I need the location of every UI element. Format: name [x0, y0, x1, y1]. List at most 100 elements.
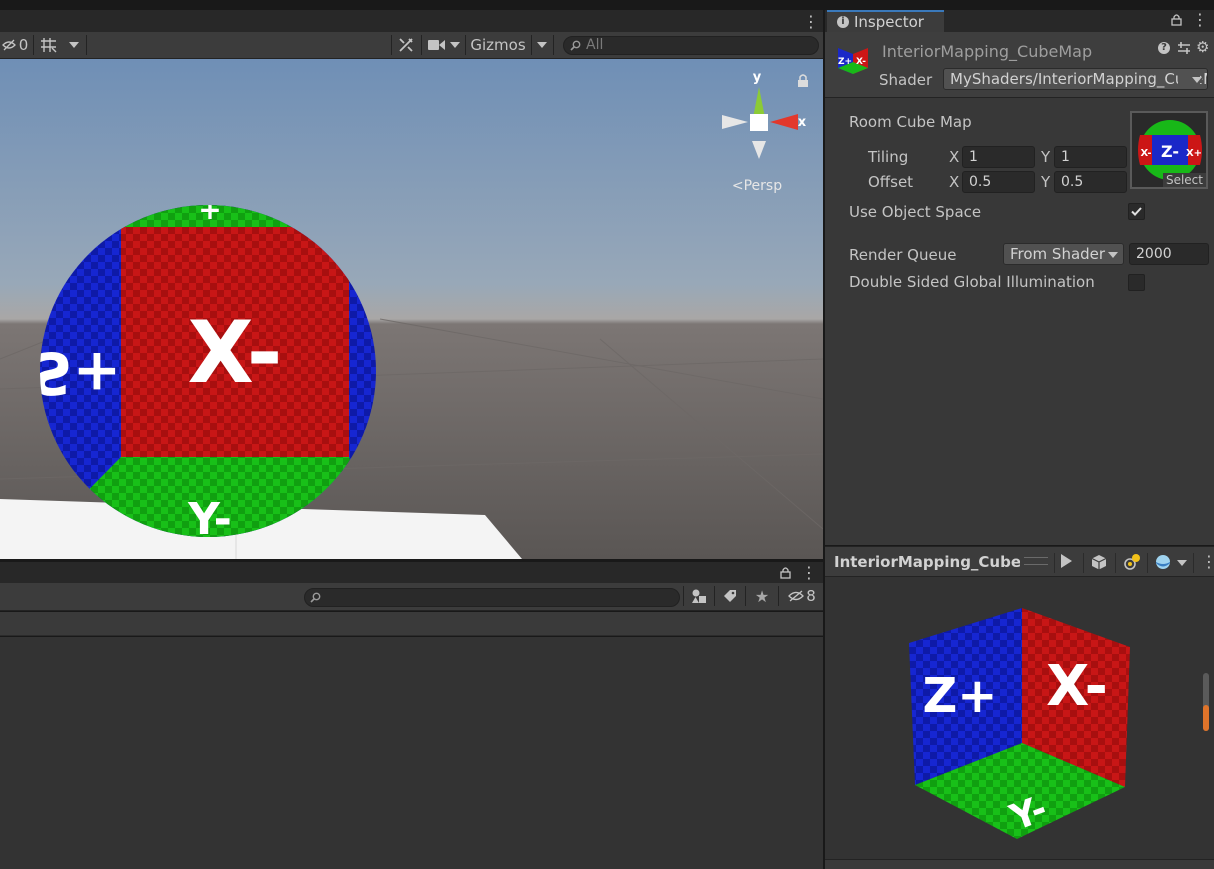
material-properties: Room Cube Map Tiling X 1 Y 1 Offset X 0.… [825, 98, 1214, 545]
tab-inspector[interactable]: i Inspector [827, 10, 944, 32]
project-content-area[interactable] [0, 637, 823, 869]
render-queue-value: 2000 [1136, 246, 1172, 262]
visibility-off-icon [1, 39, 16, 51]
shader-label: Shader [879, 71, 933, 89]
hidden-packages-count: 8 [806, 587, 816, 605]
preview-label-z-plus: Z+ [922, 668, 997, 724]
gizmo-y-label: y [753, 70, 762, 85]
svg-text:Z-: Z- [1161, 142, 1179, 161]
eye-off-icon [788, 590, 805, 602]
use-object-space-checkbox[interactable] [1128, 203, 1145, 220]
grid-toggle[interactable] [34, 32, 64, 58]
help-icon[interactable]: ? [1158, 42, 1170, 54]
render-queue-mode: From Shader [1010, 245, 1106, 263]
preview-scrollbar[interactable] [1203, 673, 1209, 731]
lights-icon[interactable] [1123, 553, 1141, 571]
hidden-packages-toggle[interactable]: 8 [782, 583, 822, 609]
offset-y-value: 0.5 [1061, 174, 1084, 190]
grid-icon [41, 38, 57, 53]
scene-toolbar: 0 Gizmos All [0, 32, 823, 59]
kebab-menu-icon[interactable]: ⋮ [1192, 10, 1208, 29]
sphere-label-x-minus: X- [188, 303, 283, 403]
double-sided-gi-checkbox[interactable] [1128, 274, 1145, 291]
offset-y-field[interactable]: 0.5 [1054, 171, 1127, 193]
preset-icon[interactable] [1177, 41, 1191, 55]
filter-by-type-button[interactable] [685, 583, 713, 609]
tiling-y-label: Y [1041, 148, 1051, 166]
lock-icon[interactable] [1171, 13, 1182, 26]
preview-label-x-minus: X- [1046, 654, 1108, 719]
render-queue-dropdown[interactable]: From Shader [1003, 243, 1124, 265]
material-header: Z+ X- InteriorMapping_CubeMap ? ⚙ Shader… [825, 32, 1214, 98]
preview-mesh-dropdown[interactable] [1177, 560, 1187, 566]
kebab-menu-icon[interactable]: ⋮ [803, 12, 819, 31]
tiling-x-value: 1 [969, 149, 978, 165]
offset-y-label: Y [1041, 173, 1051, 191]
tiling-x-field[interactable]: 1 [962, 146, 1035, 168]
tiling-label: Tiling [868, 148, 909, 166]
asset-name: InteriorMapping_CubeMap [882, 42, 1093, 61]
tools-toggle[interactable] [392, 32, 420, 58]
hidden-objects-toggle[interactable]: 0 [0, 32, 30, 58]
material-preview[interactable]: Z+ X- Y- [825, 577, 1214, 859]
top-strip [0, 0, 1214, 10]
project-search-input[interactable] [304, 588, 680, 607]
offset-label: Offset [868, 173, 914, 191]
use-object-space-label: Use Object Space [849, 203, 982, 221]
select-texture-button[interactable]: Select [1162, 173, 1206, 187]
cube-icon[interactable] [1091, 554, 1107, 570]
svg-text:Z+: Z+ [838, 57, 852, 67]
svg-text:X-: X- [1140, 148, 1151, 159]
gizmos-label: Gizmos [470, 36, 526, 54]
render-queue-label: Render Queue [849, 246, 957, 264]
kebab-menu-icon[interactable]: ⋮ [801, 563, 817, 582]
scene-render: X- S+ Y- + y x <Persp [0, 59, 823, 559]
search-icon [570, 40, 581, 51]
sphere-label-z-plus: S+ [31, 339, 121, 407]
camera-settings-button[interactable] [424, 32, 464, 58]
inspector-tab-label: Inspector [854, 13, 924, 31]
gizmos-dropdown[interactable] [532, 32, 552, 58]
sphere-icon[interactable] [1155, 554, 1171, 570]
tiling-y-field[interactable]: 1 [1054, 146, 1127, 168]
material-icon: Z+ X- [838, 48, 868, 74]
tiling-y-value: 1 [1061, 149, 1070, 165]
favorites-button[interactable]: ★ [748, 583, 776, 609]
offset-x-label: X [949, 173, 960, 191]
preview-cube: Z+ X- Y- [909, 608, 1130, 839]
star-icon: ★ [754, 586, 770, 606]
double-sided-gi-label: Double Sided Global Illumination [849, 273, 1095, 291]
gear-icon[interactable]: ⚙ [1196, 38, 1209, 56]
gizmo-x-label: x [798, 115, 807, 130]
projection-label[interactable]: <Persp [732, 178, 782, 194]
shader-dropdown[interactable]: MyShaders/InteriorMapping_CubeMap [943, 68, 1208, 90]
preview-toolbar: InteriorMapping_CubeMa ⋮ [825, 546, 1214, 577]
project-toolbar: ★ 8 [0, 583, 823, 611]
room-cube-map-label: Room Cube Map [849, 113, 972, 131]
preview-footer [825, 859, 1214, 869]
play-icon[interactable] [1061, 554, 1072, 568]
scene-search-input[interactable]: All [563, 36, 819, 55]
search-icon [310, 592, 321, 603]
camera-icon [428, 40, 445, 50]
project-tab-bar: ⋮ [0, 561, 823, 583]
offset-x-field[interactable]: 0.5 [962, 171, 1035, 193]
cube-map-texture-slot[interactable]: Z- X- X+ Select [1130, 111, 1208, 189]
project-breadcrumb-bar [0, 612, 823, 636]
lock-icon[interactable] [780, 566, 791, 579]
checkmark-icon [1131, 207, 1142, 216]
filter-by-label-button[interactable] [716, 583, 744, 609]
gizmos-button[interactable]: Gizmos [466, 32, 530, 58]
tiling-x-label: X [949, 148, 960, 166]
render-queue-field[interactable]: 2000 [1129, 243, 1209, 265]
search-placeholder: All [586, 37, 604, 53]
offset-x-value: 0.5 [969, 174, 992, 190]
scene-viewport[interactable]: X- S+ Y- + y x <Persp [0, 59, 823, 559]
kebab-menu-icon[interactable]: ⋮ [1201, 552, 1214, 571]
svg-text:X+: X+ [1186, 148, 1202, 159]
grid-dropdown[interactable] [64, 32, 84, 58]
svg-text:X-: X- [856, 57, 866, 67]
hidden-objects-count: 0 [18, 36, 29, 54]
scene-tab-bar: ⋮ [0, 10, 823, 32]
drag-handle[interactable] [1024, 557, 1048, 565]
